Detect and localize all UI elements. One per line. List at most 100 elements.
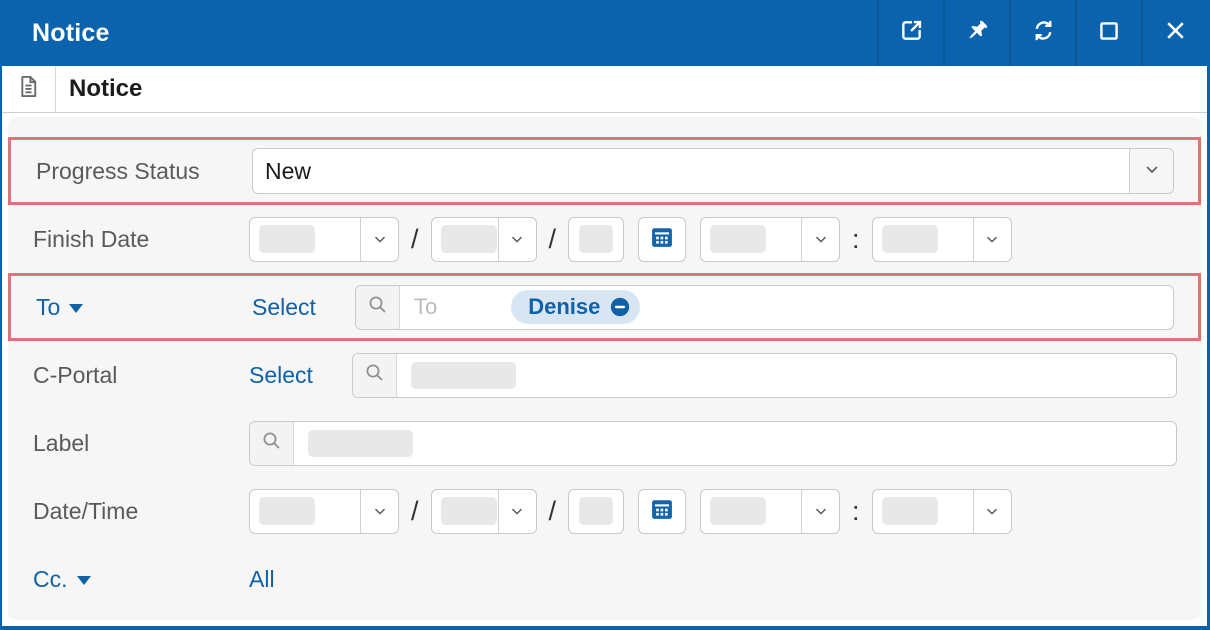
empty-value-placeholder xyxy=(441,225,497,253)
date-time-controls: / / xyxy=(249,489,1177,534)
date-separator: / xyxy=(411,496,419,527)
c-portal-search-button[interactable] xyxy=(353,354,397,397)
date-time-hour-select[interactable] xyxy=(700,489,840,534)
progress-status-label: Progress Status xyxy=(11,158,252,185)
chevron-down-icon[interactable] xyxy=(973,218,1011,261)
open-in-new-window-icon xyxy=(898,17,925,49)
to-input[interactable]: To Denise xyxy=(355,285,1174,330)
empty-value-placeholder xyxy=(882,497,938,525)
maximize-icon xyxy=(1096,18,1122,49)
to-input-placeholder: To xyxy=(414,294,437,320)
date-time-label: Date/Time xyxy=(8,498,249,525)
window-title: Notice xyxy=(2,0,877,66)
row-date-time: Date/Time / / xyxy=(8,477,1201,545)
progress-status-dropdown-button[interactable] xyxy=(1129,149,1173,193)
row-label: Label xyxy=(8,409,1201,477)
finish-date-minute-select[interactable] xyxy=(872,217,1012,262)
calendar-icon xyxy=(648,495,676,528)
close-icon xyxy=(1162,17,1189,49)
c-portal-input-body[interactable] xyxy=(397,354,1176,397)
form-panel: Progress Status New Finish Date xyxy=(8,117,1201,620)
finish-date-day-select[interactable] xyxy=(431,217,537,262)
cc-label[interactable]: Cc. xyxy=(8,566,249,593)
finish-date-year-field[interactable] xyxy=(568,217,624,262)
to-search-button[interactable] xyxy=(356,286,400,329)
chevron-down-icon[interactable] xyxy=(360,490,398,533)
finish-date-label: Finish Date xyxy=(8,226,249,253)
remove-recipient-icon[interactable] xyxy=(609,296,631,318)
date-time-calendar-button[interactable] xyxy=(638,489,686,534)
date-time-day-select[interactable] xyxy=(431,489,537,534)
chevron-down-icon xyxy=(1142,159,1162,184)
document-icon-box xyxy=(2,66,56,112)
titlebar: Notice xyxy=(2,0,1207,66)
chevron-down-icon[interactable] xyxy=(801,218,839,261)
row-c-portal: C-Portal Select xyxy=(8,341,1201,409)
recipient-chip[interactable]: Denise xyxy=(511,290,640,324)
empty-value-placeholder xyxy=(579,225,613,253)
label-search-button[interactable] xyxy=(250,422,294,465)
to-input-body[interactable]: To Denise xyxy=(400,286,1173,329)
search-icon xyxy=(260,429,284,458)
chevron-down-icon[interactable] xyxy=(360,218,398,261)
progress-status-value: New xyxy=(253,149,1129,193)
row-progress-status: Progress Status New xyxy=(8,137,1201,205)
c-portal-select-link[interactable]: Select xyxy=(249,362,352,389)
date-time-minute-select[interactable] xyxy=(872,489,1012,534)
page-title: Notice xyxy=(56,66,142,112)
chevron-down-icon[interactable] xyxy=(801,490,839,533)
maximize-button[interactable] xyxy=(1075,0,1141,66)
date-time-month-select[interactable] xyxy=(249,489,399,534)
label-input[interactable] xyxy=(249,421,1177,466)
refresh-button[interactable] xyxy=(1009,0,1075,66)
search-icon xyxy=(366,293,390,322)
chevron-down-icon[interactable] xyxy=(498,218,536,261)
finish-date-hour-select[interactable] xyxy=(700,217,840,262)
close-button[interactable] xyxy=(1141,0,1207,66)
to-select-link[interactable]: Select xyxy=(252,294,355,321)
row-to: To Select To Denise xyxy=(8,273,1201,341)
empty-value-placeholder xyxy=(259,225,315,253)
recipient-chip-label: Denise xyxy=(528,294,600,320)
empty-value-placeholder xyxy=(308,430,413,457)
empty-value-placeholder xyxy=(882,225,938,253)
caret-down-icon xyxy=(69,304,83,313)
date-time-year-field[interactable] xyxy=(568,489,624,534)
empty-value-placeholder xyxy=(710,225,766,253)
chevron-down-icon[interactable] xyxy=(973,490,1011,533)
row-cc: Cc. All xyxy=(8,545,1201,613)
time-separator: : xyxy=(852,496,860,527)
refresh-icon xyxy=(1030,17,1057,49)
calendar-icon xyxy=(648,223,676,256)
pin-icon xyxy=(963,17,991,50)
finish-date-controls: / / xyxy=(249,217,1177,262)
open-in-new-window-button[interactable] xyxy=(877,0,943,66)
label-input-body[interactable] xyxy=(294,422,1176,465)
c-portal-input[interactable] xyxy=(352,353,1177,398)
document-icon xyxy=(15,73,42,105)
chevron-down-icon[interactable] xyxy=(498,490,536,533)
date-separator: / xyxy=(549,496,557,527)
date-separator: / xyxy=(549,224,557,255)
empty-value-placeholder xyxy=(579,497,613,525)
notice-window: Notice xyxy=(0,0,1210,630)
empty-value-placeholder xyxy=(441,497,497,525)
time-separator: : xyxy=(852,224,860,255)
to-label-text: To xyxy=(36,294,60,321)
finish-date-calendar-button[interactable] xyxy=(638,217,686,262)
to-label[interactable]: To xyxy=(11,294,252,321)
cc-all-link[interactable]: All xyxy=(249,566,352,593)
search-icon xyxy=(363,361,387,390)
caret-down-icon xyxy=(77,576,91,585)
label-field-label: Label xyxy=(8,430,249,457)
pin-button[interactable] xyxy=(943,0,1009,66)
row-finish-date: Finish Date / / xyxy=(8,205,1201,273)
cc-label-text: Cc. xyxy=(33,566,68,593)
empty-value-placeholder xyxy=(259,497,315,525)
empty-value-placeholder xyxy=(710,497,766,525)
progress-status-select[interactable]: New xyxy=(252,148,1174,194)
c-portal-label: C-Portal xyxy=(8,362,249,389)
empty-value-placeholder xyxy=(411,362,516,389)
finish-date-month-select[interactable] xyxy=(249,217,399,262)
date-separator: / xyxy=(411,224,419,255)
